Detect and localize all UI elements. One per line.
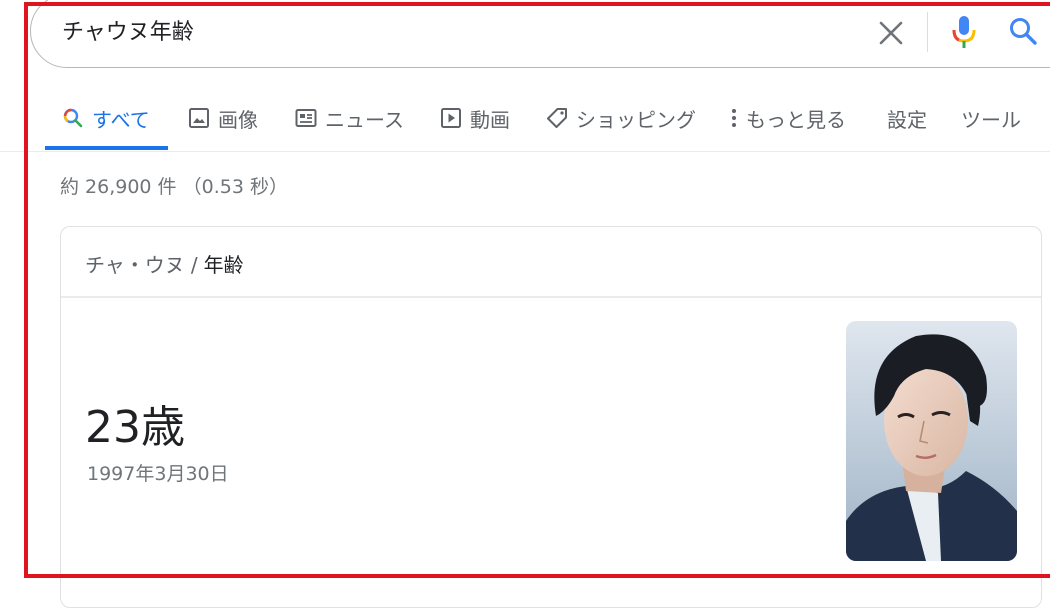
- clear-icon[interactable]: [878, 20, 904, 46]
- tab-shopping-label: ショッピング: [576, 107, 696, 132]
- settings-button[interactable]: 設定: [887, 104, 927, 132]
- tab-news[interactable]: ニュース: [295, 104, 404, 132]
- tab-shopping[interactable]: ショッピング: [546, 104, 696, 132]
- tab-images[interactable]: 画像: [188, 104, 258, 132]
- search-box-divider: [927, 12, 928, 52]
- answer-value: 23歳: [85, 402, 185, 453]
- tools-button[interactable]: ツール: [961, 104, 1021, 132]
- person-photo[interactable]: [846, 321, 1017, 561]
- tab-news-label: ニュース: [325, 107, 404, 132]
- tag-icon: [547, 108, 567, 128]
- news-icon: [295, 109, 317, 127]
- search-input[interactable]: チャウヌ年齢: [62, 14, 194, 46]
- tab-videos[interactable]: 動画: [440, 104, 510, 132]
- answer-card: チャ・ウヌ / 年齢 23歳 1997年3月30日: [60, 226, 1042, 608]
- tab-all[interactable]: すべて: [62, 104, 150, 132]
- tab-more-label: もっと見る: [746, 107, 846, 132]
- tools-label: ツール: [961, 107, 1021, 132]
- tabs-divider: [0, 151, 1050, 152]
- more-vert-icon: [732, 109, 736, 127]
- breadcrumb-separator: /: [190, 253, 198, 277]
- search-icon[interactable]: [1008, 16, 1038, 46]
- active-tab-indicator: [45, 146, 168, 150]
- result-stats: 約 26,900 件 （0.53 秒）: [60, 176, 288, 198]
- search-icon: [63, 108, 83, 128]
- image-icon: [189, 108, 209, 128]
- settings-label: 設定: [887, 107, 927, 132]
- tab-all-label: すべて: [92, 107, 150, 132]
- microphone-icon[interactable]: [950, 14, 978, 50]
- card-divider: [61, 296, 1041, 298]
- breadcrumb-entity[interactable]: チャ・ウヌ: [85, 253, 185, 277]
- tab-more[interactable]: もっと見る: [728, 104, 846, 132]
- breadcrumb: チャ・ウヌ / 年齢: [85, 249, 244, 278]
- tab-videos-label: 動画: [470, 107, 510, 132]
- breadcrumb-attribute: 年齢: [203, 253, 244, 277]
- search-tabs: すべて 画像 ニュース 動画 ショッピング もっと見る 設定 ツール: [0, 92, 1050, 152]
- video-icon: [441, 108, 461, 128]
- tab-images-label: 画像: [218, 107, 258, 132]
- answer-date: 1997年3月30日: [87, 463, 229, 485]
